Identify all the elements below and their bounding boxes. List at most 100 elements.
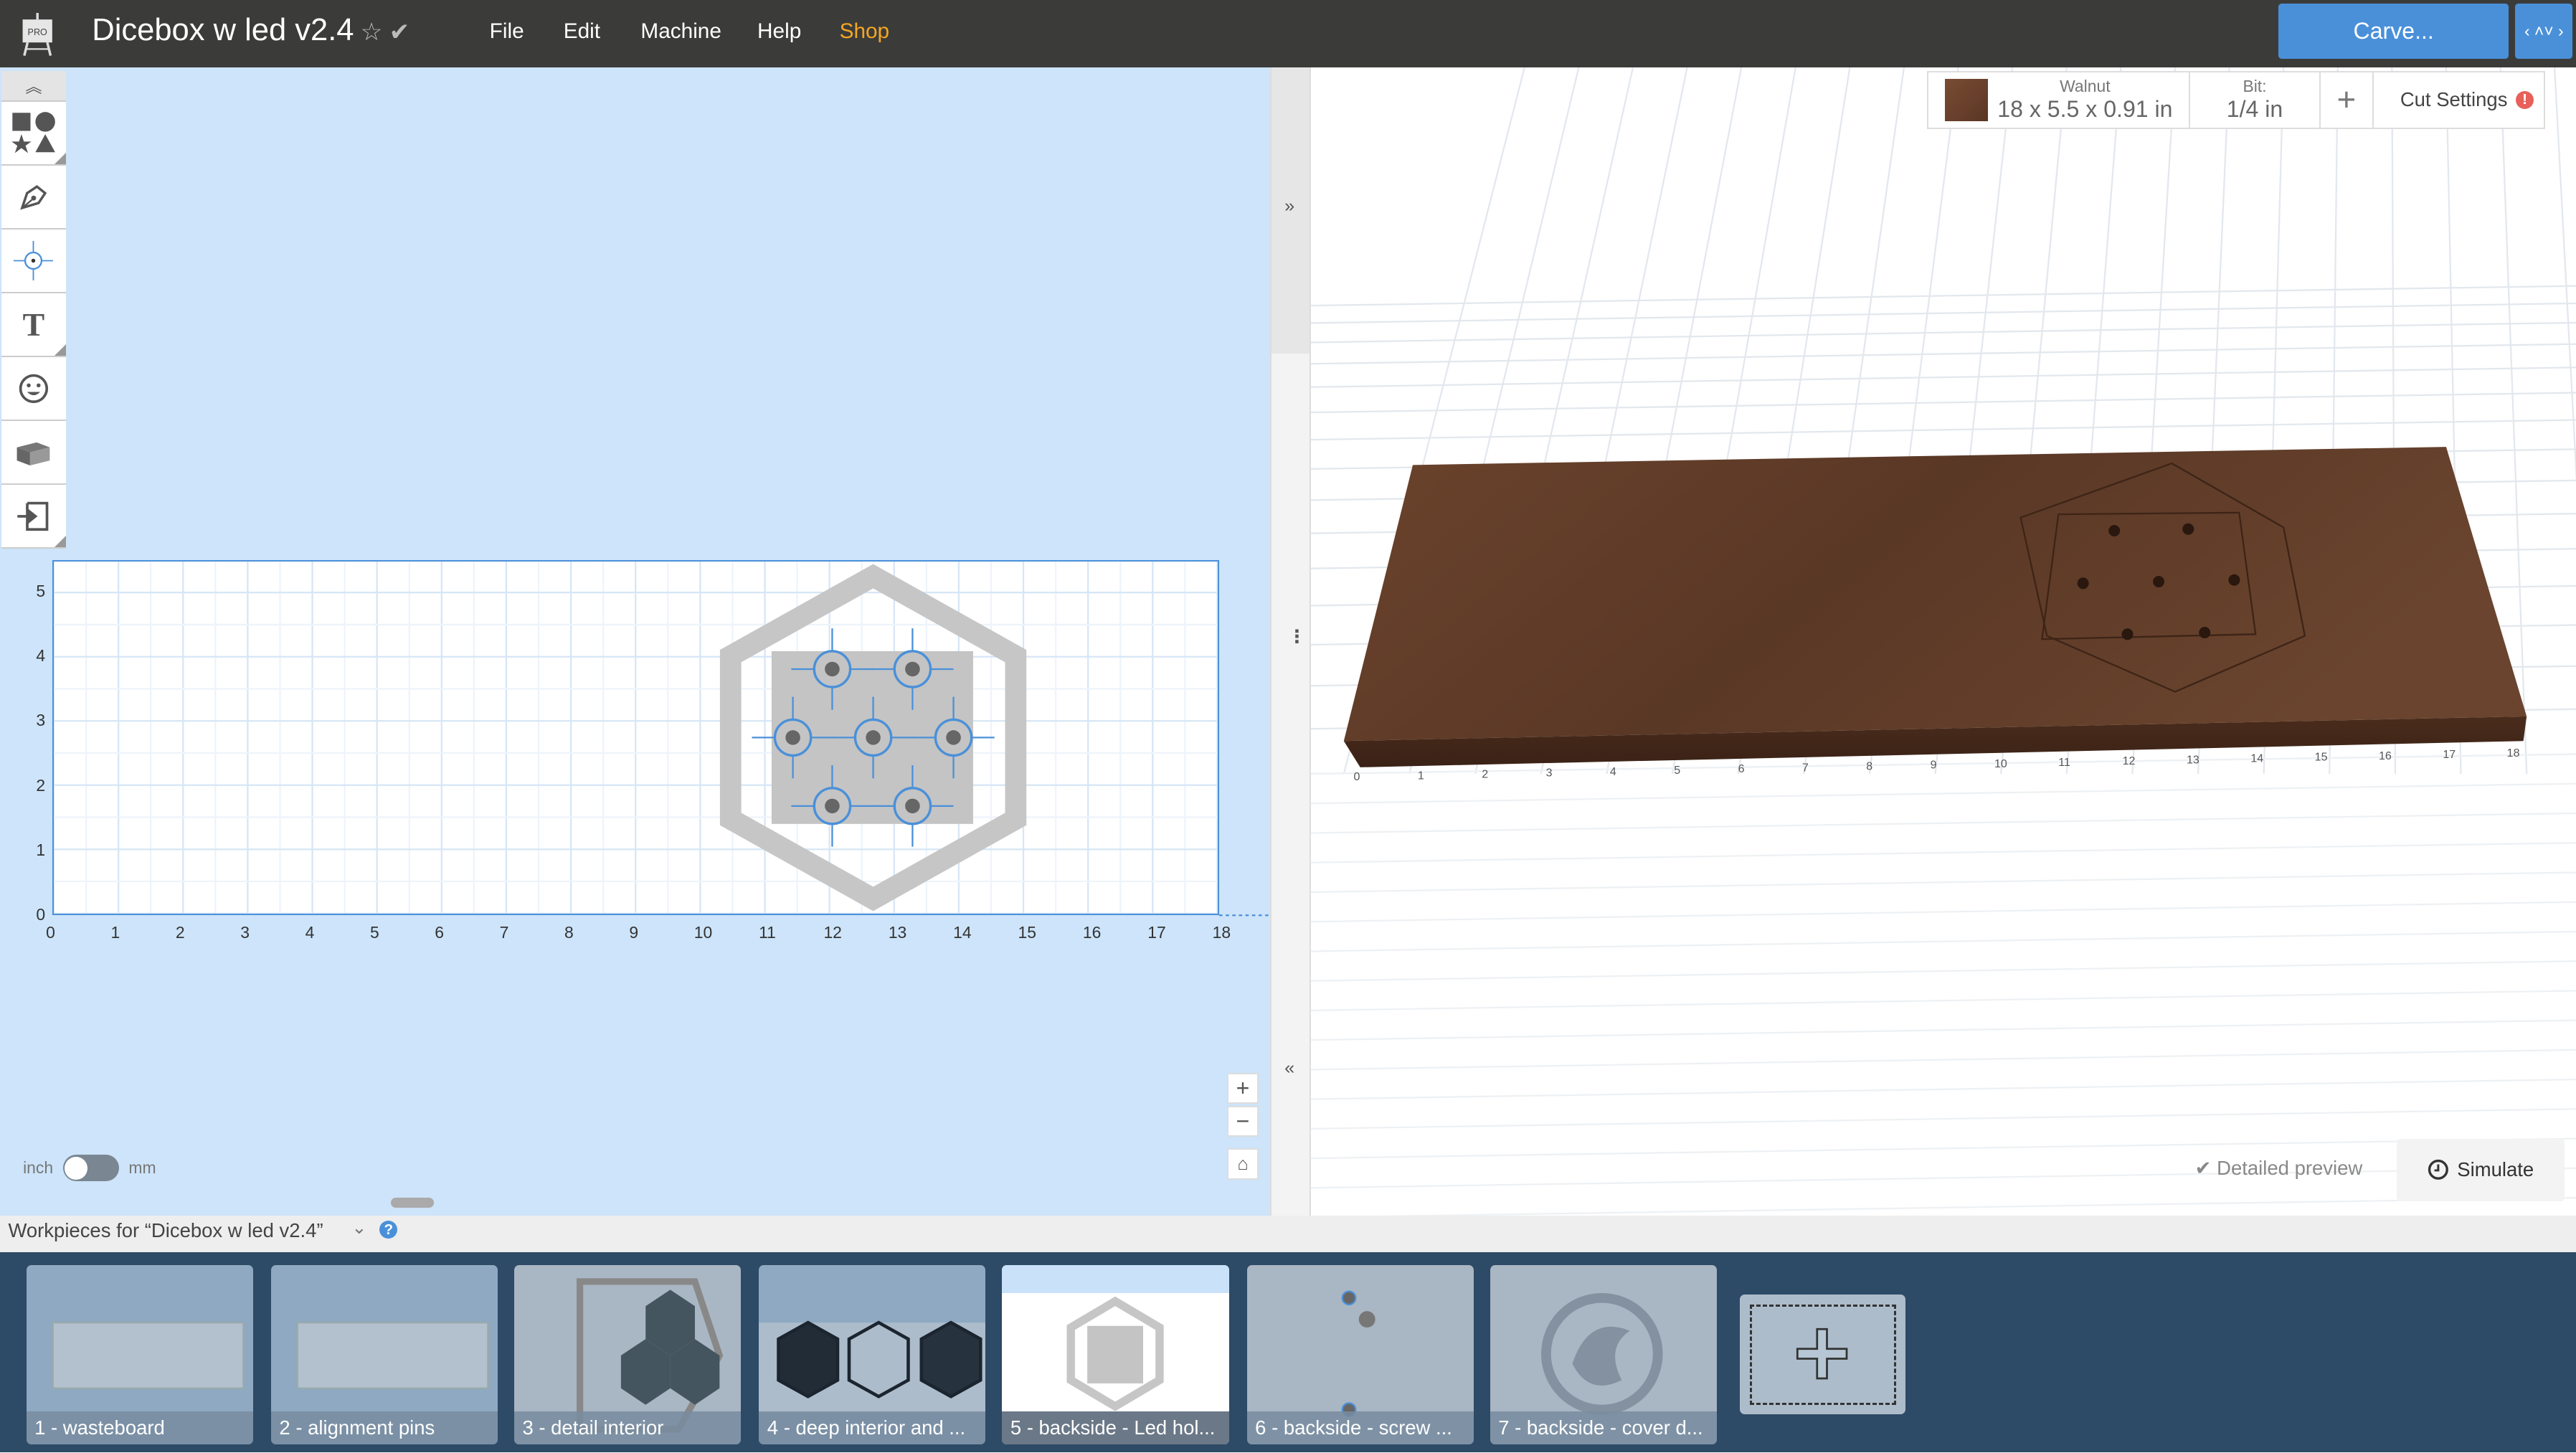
horizontal-scrollbar[interactable]	[391, 1197, 434, 1208]
x-tick-label: 13	[888, 923, 907, 942]
menu-file[interactable]: File	[490, 19, 524, 44]
3d-x-tick: 11	[2058, 756, 2070, 769]
cut-settings-button[interactable]: Cut Settings!	[2374, 72, 2544, 128]
material-selector[interactable]: Walnut 18 x 5.5 x 0.91 in	[1928, 72, 2191, 128]
expand-left-icon[interactable]: «	[1284, 1058, 1294, 1079]
workpieces-title[interactable]: Workpieces for “Dicebox w led v2.4”	[8, 1219, 323, 1242]
y-tick-label: 4	[36, 646, 46, 666]
3d-x-tick: 10	[1994, 757, 2007, 770]
x-tick-label: 17	[1147, 923, 1166, 942]
x-tick-label: 3	[240, 923, 250, 942]
design-canvas[interactable]	[52, 560, 1219, 915]
expand-right-icon[interactable]: »	[1284, 196, 1294, 217]
bit-label: Bit:	[2243, 77, 2267, 96]
logo-badge-text: PRO	[28, 27, 47, 37]
workpiece-label: 2 - alignment pins	[270, 1411, 498, 1444]
unit-toggle[interactable]	[62, 1155, 119, 1182]
wood-board-top	[1343, 447, 2527, 742]
x-tick-label: 4	[305, 923, 315, 942]
add-bit-button[interactable]: +	[2321, 72, 2374, 128]
workpiece-thumbnail[interactable]: 1 - wasteboard	[26, 1264, 253, 1444]
3d-grid-line	[1311, 901, 2576, 923]
design-panel: ︽ T 0 1 2 3 4 5 6 7 8 9 10 11 12 13 14 15 16 17 18 012345 …	[0, 67, 1285, 1216]
3d-x-tick: 17	[2443, 748, 2456, 761]
x-tick-label: 8	[564, 923, 574, 942]
3d-x-tick: 3	[1546, 767, 1553, 780]
panel-divider[interactable]: » ⋮ «	[1269, 67, 1312, 1216]
menu-help[interactable]: Help	[757, 19, 801, 44]
x-tick-label: 10	[693, 923, 713, 942]
design-artwork[interactable]	[54, 562, 1217, 914]
workpiece-thumbnail[interactable]: 3 - detail interior	[514, 1264, 742, 1444]
simulate-button[interactable]: Simulate	[2397, 1138, 2565, 1201]
detailed-preview-toggle[interactable]: ✔ Detailed preview	[2194, 1157, 2362, 1180]
project-title[interactable]: Dicebox w led v2.4 ☆ ✔	[92, 13, 409, 48]
zoom-out-button[interactable]: −	[1227, 1105, 1259, 1137]
x-tick-label: 1	[110, 923, 120, 942]
drag-handle-icon[interactable]: ⋮	[1288, 626, 1306, 648]
y-tick-label: 3	[36, 711, 46, 730]
3d-grid-line	[1311, 930, 2576, 952]
3d-preview[interactable]: 0 1 2 3 4 5 6 7 8 9 10 11 12 13 14 15 16 17 18	[1311, 67, 2576, 1216]
star-icon[interactable]: ☆	[361, 19, 383, 46]
home-view-button[interactable]: ⌂	[1227, 1148, 1259, 1180]
preview-panel[interactable]: 0 1 2 3 4 5 6 7 8 9 10 11 12 13 14 15 16 17 18 Walnut 18 x …	[1311, 67, 2576, 1216]
3d-x-tick: 6	[1738, 762, 1745, 775]
warning-icon: !	[2515, 90, 2534, 110]
walnut-swatch	[1945, 78, 1988, 122]
add-workpiece-button[interactable]	[1739, 1295, 1906, 1415]
menu-shop[interactable]: Shop	[840, 19, 890, 44]
workpiece-label: 5 - backside - Led hol...	[1002, 1411, 1229, 1444]
workpiece-thumbnail[interactable]: 7 - backside - cover d...	[1490, 1264, 1717, 1444]
menu-machine[interactable]: Machine	[640, 19, 721, 44]
3d-x-tick: 4	[1610, 765, 1616, 778]
check-icon: ✔	[2194, 1156, 2212, 1179]
3d-grid-line	[1311, 366, 2576, 388]
3d-x-tick: 7	[1802, 761, 1809, 774]
workpiece-thumbnail[interactable]: 5 - backside - Led hol...	[1002, 1264, 1229, 1444]
unit-inch-label[interactable]: inch	[23, 1158, 53, 1178]
x-tick-label: 15	[1018, 923, 1036, 942]
y-tick-label: 0	[36, 905, 46, 924]
menu-edit[interactable]: Edit	[564, 19, 600, 44]
3d-grid-line	[1363, 1196, 2576, 1216]
3d-x-tick: 8	[1866, 759, 1872, 772]
workpiece-label: 7 - backside - cover d...	[1490, 1411, 1717, 1444]
3d-grid-line	[1311, 1019, 2576, 1041]
easel-pro-logo[interactable]: PRO	[19, 13, 55, 56]
x-tick-label: 7	[499, 923, 509, 942]
3d-grid-line	[1311, 343, 2576, 365]
bit-selector[interactable]: Bit: 1/4 in	[2190, 72, 2321, 128]
workpiece-label: 4 - deep interior and ...	[759, 1411, 986, 1444]
unit-mm-label[interactable]: mm	[128, 1158, 156, 1178]
3d-grid-line	[1311, 782, 2576, 805]
3d-grid-line	[1311, 812, 2576, 834]
3d-x-tick: 0	[1354, 770, 1360, 783]
x-tick-label: 2	[175, 923, 185, 942]
project-title-text[interactable]: Dicebox w led v2.4	[92, 13, 354, 47]
3d-x-tick: 14	[2250, 752, 2263, 765]
3d-grid-line	[1311, 302, 2576, 324]
workpiece-thumbnail[interactable]: 2 - alignment pins	[270, 1264, 498, 1444]
chevron-down-icon[interactable]: ⌄	[351, 1217, 366, 1239]
check-icon: ✔	[389, 19, 410, 47]
3d-grid-line	[1311, 960, 2576, 982]
zoom-in-button[interactable]: +	[1227, 1072, 1259, 1104]
help-icon[interactable]: ?	[379, 1221, 398, 1239]
bit-value: 1/4 in	[2226, 96, 2283, 123]
3d-grid-line	[1311, 1049, 2576, 1071]
workpiece-thumbnail[interactable]: 4 - deep interior and ...	[759, 1264, 986, 1444]
simulate-label: Simulate	[2457, 1158, 2534, 1181]
cut-settings-label: Cut Settings	[2400, 88, 2508, 111]
app-window: PRO Dicebox w led v2.4 ☆ ✔ File Edit Machi…	[0, 0, 2576, 1453]
detailed-preview-label: Detailed preview	[2217, 1156, 2363, 1179]
fullscreen-button[interactable]: ‹ ˄˅ ›	[2515, 3, 2573, 60]
carve-button[interactable]: Carve...	[2278, 3, 2509, 60]
3d-x-tick: 16	[2379, 749, 2392, 762]
workpiece-thumbnail[interactable]: 6 - backside - screw ...	[1246, 1264, 1474, 1444]
3d-grid-line	[1311, 990, 2576, 1011]
workpiece-label: 6 - backside - screw ...	[1246, 1411, 1474, 1444]
clock-icon	[2428, 1160, 2448, 1180]
3d-x-tick: 15	[2315, 751, 2328, 764]
x-tick-label: 11	[759, 923, 776, 942]
